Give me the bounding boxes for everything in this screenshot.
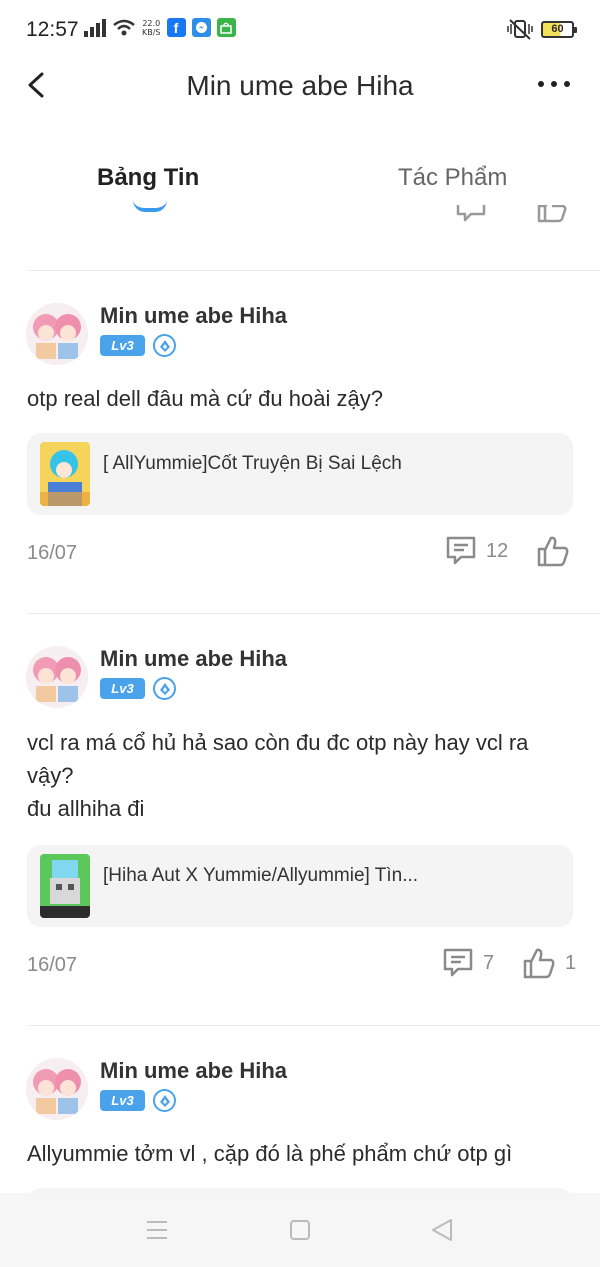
post-divider [28,1025,600,1026]
avatar[interactable] [26,1058,88,1120]
menu-icon [147,1221,167,1239]
menu-button[interactable] [144,1217,172,1243]
more-icon [538,81,570,87]
like-button[interactable]: 1 [522,946,576,980]
comment-count: 12 [486,539,509,562]
wifi-icon [113,19,135,35]
page-title: Min ume abe Hiha [186,70,414,101]
status-icons: 22.0 KB/S f [84,18,236,37]
like-icon [523,948,555,979]
post-item: Min ume abe Hiha Lv3 Allyummie tởm vl , … [0,1058,600,1267]
post-text: otp real dell đâu mà cứ đu hoài zậy? [27,382,577,415]
post-item: Min ume abe Hiha Lv3 vcl ra má cổ hủ hả … [0,646,600,996]
story-thumbnail [40,854,90,918]
signal-icon [84,18,106,37]
store-icon [216,18,236,37]
post-text-line: đu allhiha đi [27,796,145,821]
avatar[interactable] [26,303,88,365]
previous-post-footer [0,205,600,225]
post-text: Allyummie tởm vl , cặp đó là phế phẩm ch… [27,1137,577,1170]
status-bar: 12:57 22.0 KB/S f 60 [0,0,600,60]
battery-indicator: 60 [541,20,577,38]
linked-story-card[interactable]: [Hiha Aut X Yummie/Allyummie] Tìn... [27,845,573,927]
comment-count: 7 [483,951,495,974]
post-author[interactable]: Min ume abe Hiha [100,1058,287,1084]
home-icon [290,1220,310,1240]
messenger-icon [191,18,211,37]
comment-icon [443,948,473,977]
linked-story-card[interactable]: [ AllYummie]Cốt Truyện Bị Sai Lệch [27,433,573,515]
back-icon [432,1219,452,1241]
post-author[interactable]: Min ume abe Hiha [100,303,287,329]
avatar[interactable] [26,646,88,708]
post-divider [28,613,600,614]
post-text: vcl ra má cổ hủ hả sao còn đu đc otp này… [27,726,577,825]
level-badge: Lv3 [100,335,145,356]
tab-news-feed[interactable]: Bảng Tin [97,164,199,192]
system-nav-bar [0,1193,600,1267]
facebook-icon: f [166,18,186,37]
app-header: Min ume abe Hiha [0,60,600,110]
post-text-line: Allyummie tởm vl , cặp đó là phế phẩm ch… [27,1141,513,1166]
post-author[interactable]: Min ume abe Hiha [100,646,287,672]
more-button[interactable] [536,72,572,96]
post-text-line: otp real dell đâu mà cứ đu hoài zậy? [27,386,383,411]
tab-works[interactable]: Tác Phẩm [398,164,507,192]
status-time: 12:57 [26,18,79,41]
like-button[interactable] [536,534,579,568]
story-title: [Hiha Aut X Yummie/Allyummie] Tìn... [103,865,419,886]
story-thumbnail [40,442,90,506]
network-speed-unit: KB/S [142,27,161,37]
post-item: Min ume abe Hiha Lv3 otp real dell đâu m… [0,303,600,583]
post-date: 16/07 [27,542,78,564]
vibrate-mute-icon [507,19,533,40]
verified-mark-icon [153,677,176,700]
post-text-line: vcl ra má cổ hủ hả sao còn đu đc otp này… [27,730,529,755]
status-right: 60 [507,18,577,40]
post-text-line: vậy? [27,763,74,788]
post-divider [28,270,600,271]
like-count: 1 [565,951,577,974]
level-badge: Lv3 [100,1090,145,1111]
comment-button[interactable]: 12 [445,535,508,567]
comment-button[interactable]: 7 [442,947,494,979]
network-speed-value: 22.0 [142,18,161,28]
post-date: 16/07 [27,954,78,976]
level-badge: Lv3 [100,678,145,699]
comment-icon [456,205,486,222]
verified-mark-icon [153,334,176,357]
network-speed: 22.0 KB/S [142,19,161,37]
like-icon [537,205,567,223]
like-icon [537,536,569,567]
verified-mark-icon [153,1089,176,1112]
story-title: [ AllYummie]Cốt Truyện Bị Sai Lệch [103,453,402,474]
comment-icon [446,536,476,565]
system-back-button[interactable] [429,1217,457,1243]
home-button[interactable] [287,1217,315,1243]
